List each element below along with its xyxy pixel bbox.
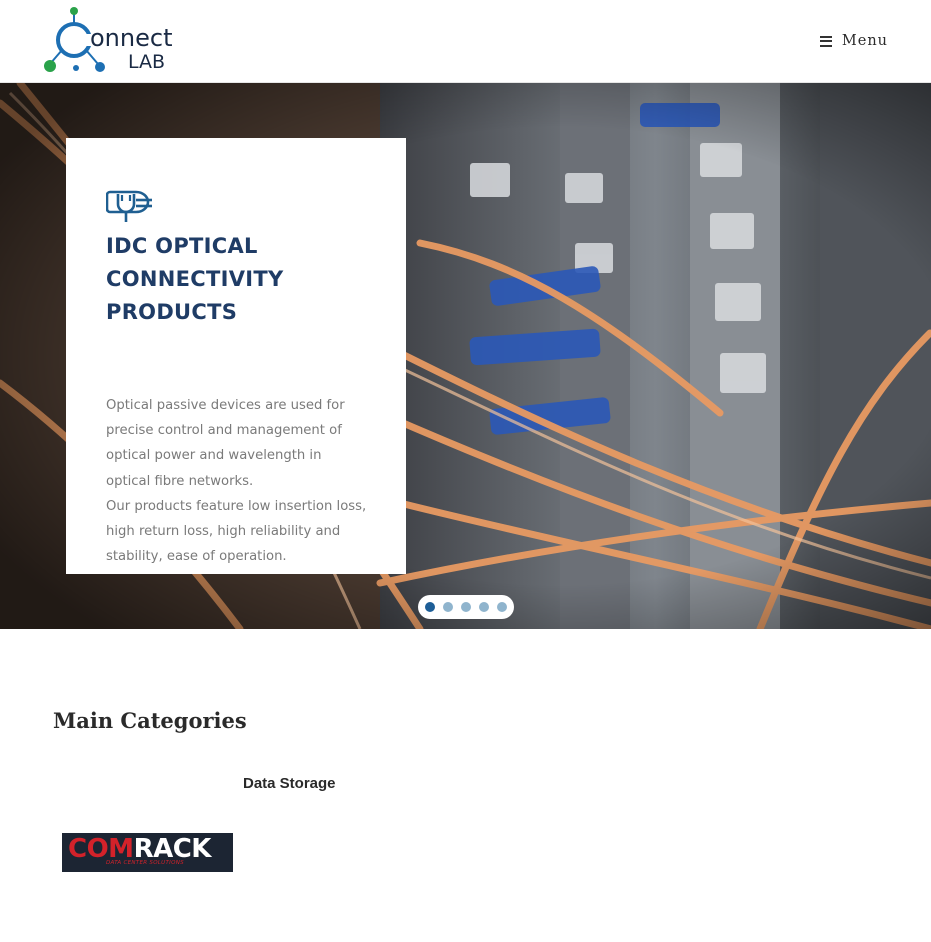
slide-title: IDC OPTICAL CONNECTIVITY PRODUCTS [106, 234, 284, 324]
category-link-data-storage[interactable]: Data Storage [243, 775, 336, 792]
slider-dot-2[interactable] [443, 602, 453, 612]
comrack-wordmark: COMRACK [68, 836, 211, 862]
slide-paragraph-1: Optical passive devices are used for pre… [106, 398, 345, 489]
menu-label: Menu [841, 33, 888, 49]
slider-dot-5[interactable] [497, 602, 507, 612]
slider-dot-3[interactable] [461, 602, 471, 612]
slider-dot-1[interactable] [425, 602, 435, 612]
slider-dot-4[interactable] [479, 602, 489, 612]
slide-card: IDC OPTICAL CONNECTIVITY PRODUCTS Optica… [66, 138, 406, 574]
slide-paragraph-2: Our products feature low insertion loss,… [106, 498, 367, 565]
connectlab-logo[interactable]: onnect LAB [42, 6, 176, 76]
comrack-tagline: DATA CENTER SOLUTIONS [106, 860, 184, 866]
power-plug-icon [106, 190, 152, 222]
hamburger-icon [819, 35, 832, 47]
hero-slider: IDC OPTICAL CONNECTIVITY PRODUCTS Optica… [0, 83, 931, 629]
section-title: Main Categories [53, 708, 247, 733]
comrack-logo[interactable]: COMRACK DATA CENTER SOLUTIONS [62, 833, 233, 872]
site-header: onnect LAB Menu [0, 0, 931, 83]
menu-button[interactable]: Menu [819, 30, 888, 52]
slider-pagination [418, 595, 514, 619]
molecule-c-logo-icon: onnect LAB [44, 7, 172, 73]
logo-text-main: onnect [90, 24, 172, 52]
logo-text-sub: LAB [128, 51, 165, 73]
slide-description: Optical passive devices are used for pre… [106, 393, 368, 569]
